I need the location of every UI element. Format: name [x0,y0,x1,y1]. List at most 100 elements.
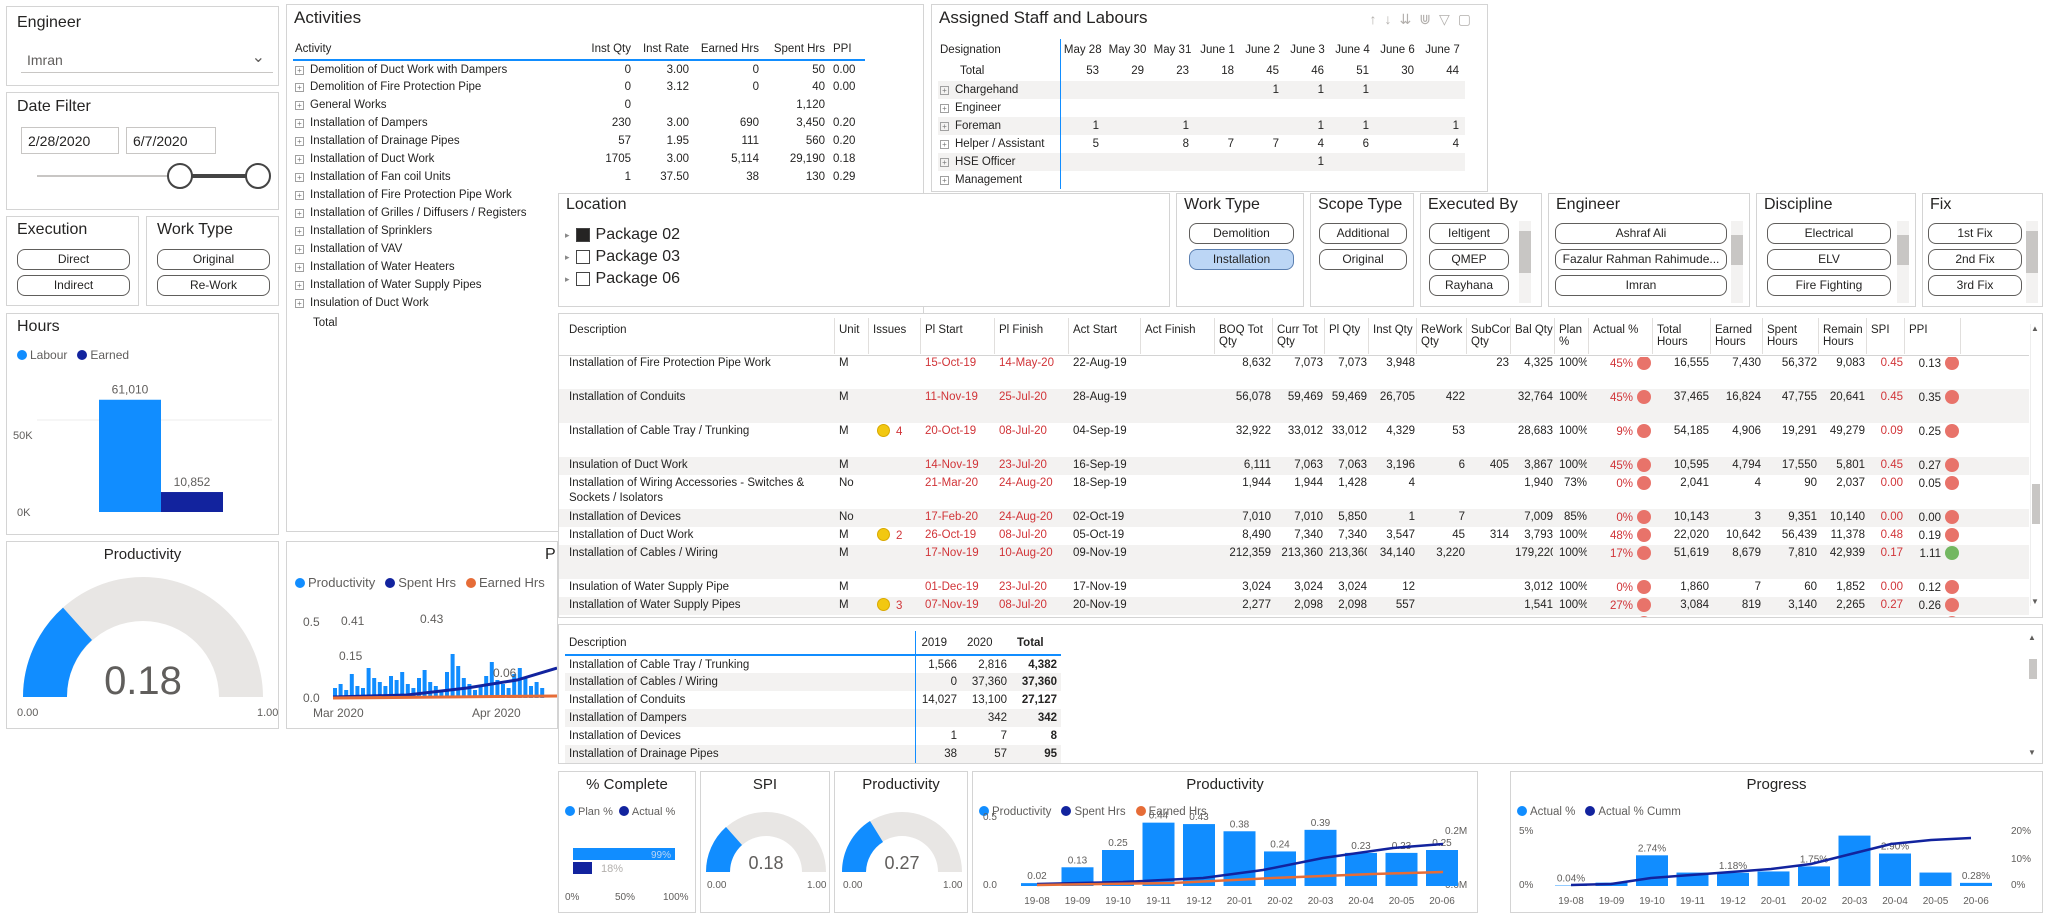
year-row[interactable]: Installation of Conduits 14,027 13,100 27,1… [565,691,1061,709]
main-col-header[interactable]: Earned Hours [1715,318,1763,354]
discipline-electrical-button[interactable]: Electrical [1767,223,1891,244]
expand-icon[interactable]: + [295,173,304,182]
expand-icon[interactable]: + [940,176,949,185]
main-table-row[interactable]: Installation of Water Supply Pipes M 3 07-N… [559,597,2029,615]
staff-col-header[interactable]: June 4 [1330,39,1375,61]
activity-row[interactable]: + Installation of Drainage Pipes 57 1.95 111… [293,132,865,150]
staff-col-header[interactable]: May 30 [1105,39,1150,61]
expand-icon[interactable]: + [295,299,304,308]
expand-icon[interactable]: + [295,101,304,110]
staff-row[interactable]: + Foreman 1 1 1 1 1 [938,117,1465,135]
issue-warning-icon[interactable] [877,598,890,611]
executed-by-ieltigent-button[interactable]: Ieltigent [1429,223,1509,244]
work-type-installation-button[interactable]: Installation [1189,249,1294,270]
checkbox-icon[interactable] [575,250,590,264]
year-row[interactable]: Installation of Drainage Pipes 38 57 95 [565,745,1061,763]
activity-row[interactable]: + Demolition of Fire Protection Pipe 0 3.12… [293,78,865,96]
main-table-row[interactable]: Installation of Wiring Accessories - Swi… [559,475,2029,509]
location-item[interactable]: ▸ Package 02 [565,224,680,246]
staff-col-header[interactable]: June 7 [1420,39,1465,61]
col-spent-hrs[interactable]: Spent Hrs [759,38,825,60]
issue-warning-icon[interactable] [877,424,890,437]
main-col-header[interactable]: Remain Hours [1823,318,1867,354]
expand-all-icon[interactable]: ⇊ [1400,11,1420,27]
year-row[interactable]: Installation of Cable Tray / Trunking 1,5… [565,655,1061,673]
expand-icon[interactable]: + [295,281,304,290]
engineer-dropdown[interactable]: Imran ⌄ [21,43,273,73]
activity-row[interactable]: + Installation of Fan coil Units 1 37.50 38 1… [293,168,865,186]
chevron-right-icon[interactable]: ▸ [565,252,570,263]
activity-row[interactable]: + Demolition of Duct Work with Dampers 0 3.… [293,60,865,78]
activity-row[interactable]: + Installation of Dampers 230 3.00 690 3,450 0… [293,114,865,132]
main-col-header[interactable]: Act Finish [1145,318,1215,354]
main-col-header[interactable]: PPI [1909,318,1961,354]
focus-mode-icon[interactable]: ▢ [1458,11,1479,27]
engineer-imran-button[interactable]: Imran [1555,275,1727,296]
fix-1st-button[interactable]: 1st Fix [1928,223,2022,244]
main-col-header[interactable]: Inst Qty [1373,318,1417,354]
year-table-scrollbar[interactable]: ▲ ▼ [2028,633,2038,757]
execution-direct-button[interactable]: Direct [17,249,130,270]
location-item[interactable]: ▸ Package 03 [565,246,680,268]
hierarchy-icon[interactable]: ⋓ [1419,11,1439,27]
discipline-fire-fighting-button[interactable]: Fire Fighting [1767,275,1891,296]
col-2019[interactable]: 2019 [914,631,961,655]
main-table-row[interactable]: Installation of Duct Work M 2 26-Oct-19 08-J… [559,527,2029,545]
expand-icon[interactable]: + [295,191,304,200]
main-col-header[interactable]: Pl Qty [1329,318,1369,354]
main-col-header[interactable]: SubCon Qty [1471,318,1511,354]
work-type-rework-button[interactable]: Re-Work [157,275,270,296]
main-col-header[interactable]: ReWork Qty [1421,318,1467,354]
expand-icon[interactable]: + [940,122,949,131]
executed-by-scrollbar[interactable] [1519,221,1531,303]
engineer-list-scrollbar[interactable] [1731,221,1743,303]
col-activity[interactable]: Activity [293,38,583,60]
main-col-header[interactable]: BOQ Tot Qty [1219,318,1273,354]
col-2020[interactable]: 2020 [961,631,1011,655]
main-table-row[interactable]: Installation of Fire Protection Pipe Wor… [559,357,2029,389]
staff-col-header[interactable]: June 6 [1375,39,1420,61]
chevron-right-icon[interactable]: ▸ [565,230,570,241]
col-earned-hrs[interactable]: Earned Hrs [689,38,759,60]
scope-original-button[interactable]: Original [1319,249,1407,270]
checkbox-icon[interactable] [575,272,590,286]
col-description[interactable]: Description [565,631,915,655]
engineer-ashraf-button[interactable]: Ashraf Ali [1555,223,1727,244]
issue-warning-icon[interactable] [877,528,890,541]
main-table-row[interactable]: Installation of Cable Tray / Trunking M 4 2… [559,423,2029,457]
expand-icon[interactable]: + [295,155,304,164]
discipline-scrollbar[interactable] [1897,221,1909,303]
staff-col-header[interactable]: June 1 [1195,39,1240,61]
main-col-header[interactable]: Bal Qty [1515,318,1555,354]
expand-icon[interactable]: + [940,140,949,149]
col-inst-rate[interactable]: Inst Rate [631,38,689,60]
year-row[interactable]: Installation of Dampers 342 342 [565,709,1061,727]
date-start-input[interactable]: 2/28/2020 [21,127,119,154]
staff-row[interactable]: + Management [938,171,1465,189]
staff-row[interactable]: + HSE Officer 1 [938,153,1465,171]
fix-2nd-button[interactable]: 2nd Fix [1928,249,2022,270]
main-table-row[interactable]: Installation of Cables / Wiring M 17-Nov-1… [559,545,2029,579]
main-col-header[interactable]: Issues [873,318,921,354]
main-col-header[interactable]: Total Hours [1657,318,1711,354]
expand-icon[interactable]: + [295,245,304,254]
main-col-header[interactable]: SPI [1871,318,1905,354]
main-col-header[interactable]: Pl Finish [999,318,1069,354]
expand-icon[interactable]: + [940,158,949,167]
engineer-fazalur-button[interactable]: Fazalur Rahman Rahimude... [1555,249,1727,270]
chevron-right-icon[interactable]: ▸ [565,274,570,285]
expand-icon[interactable]: + [295,119,304,128]
staff-col-header[interactable]: Designation [938,39,1061,61]
activity-row[interactable]: + Installation of Duct Work 1705 3.00 5,114 2… [293,150,865,168]
year-row[interactable]: Installation of Cables / Wiring 0 37,360 37… [565,673,1061,691]
main-col-header[interactable]: Spent Hours [1767,318,1819,354]
main-col-header[interactable]: Act Start [1073,318,1141,354]
expand-icon[interactable]: + [295,209,304,218]
executed-by-rayhana-button[interactable]: Rayhana [1429,275,1509,296]
main-table-scrollbar[interactable]: ▲ ▼ [2030,324,2040,606]
main-col-header[interactable]: Description [569,318,835,354]
execution-indirect-button[interactable]: Indirect [17,275,130,296]
date-end-input[interactable]: 6/7/2020 [126,127,216,154]
date-slider-handle-end[interactable] [245,163,271,189]
staff-col-header[interactable]: May 28 [1060,39,1105,61]
